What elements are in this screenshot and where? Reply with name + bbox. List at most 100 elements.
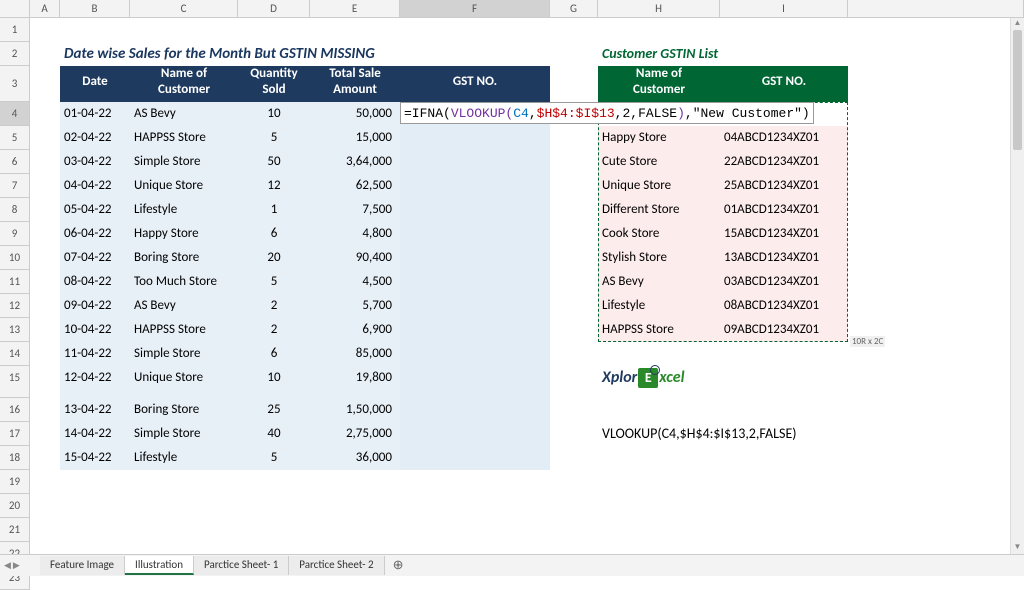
row-header-12[interactable]: 12	[0, 294, 30, 318]
cell-D18[interactable]: 5	[238, 446, 310, 470]
cell-A20[interactable]	[30, 494, 60, 518]
scroll-up-icon[interactable]: ▲	[1011, 18, 1024, 30]
col-header-A[interactable]: A	[30, 0, 60, 17]
cell-G18[interactable]	[550, 446, 598, 470]
cell-D13[interactable]: 2	[238, 318, 310, 342]
cell-A9[interactable]	[30, 222, 60, 246]
cell-D3[interactable]: QuantitySold	[238, 66, 310, 102]
col-header-B[interactable]: B	[60, 0, 130, 17]
row-header-14[interactable]: 14	[0, 342, 30, 366]
cell-D20[interactable]	[238, 494, 310, 518]
cell-H7[interactable]: Unique Store	[598, 174, 720, 198]
cell-I19[interactable]	[720, 470, 848, 494]
cell-G6[interactable]	[550, 150, 598, 174]
cell-B18[interactable]: 15-04-22	[60, 446, 130, 470]
cell-C21[interactable]	[130, 518, 238, 542]
cell-F13[interactable]	[400, 318, 550, 342]
cell-G20[interactable]	[550, 494, 598, 518]
cell-I5[interactable]: 04ABCD1234XZ01	[720, 126, 848, 150]
cell-A15[interactable]	[30, 366, 60, 398]
cell-C10[interactable]: Boring Store	[130, 246, 238, 270]
cell-G21[interactable]	[550, 518, 598, 542]
cell-B20[interactable]	[60, 494, 130, 518]
cell-G12[interactable]	[550, 294, 598, 318]
cell-H17[interactable]: VLOOKUP(C4,$H$4:$I$13,2,FALSE)	[598, 422, 720, 446]
cell-C19[interactable]	[130, 470, 238, 494]
cell-B6[interactable]: 03-04-22	[60, 150, 130, 174]
cell-H9[interactable]: Cook Store	[598, 222, 720, 246]
cell-I10[interactable]: 13ABCD1234XZ01	[720, 246, 848, 270]
cell-A7[interactable]	[30, 174, 60, 198]
cell-H10[interactable]: Stylish Store	[598, 246, 720, 270]
row-header-11[interactable]: 11	[0, 270, 30, 294]
cell-H5[interactable]: Happy Store	[598, 126, 720, 150]
cell-C11[interactable]: Too Much Store	[130, 270, 238, 294]
col-header-F[interactable]: F	[400, 0, 550, 17]
cell-H19[interactable]	[598, 470, 720, 494]
row-header-9[interactable]: 9	[0, 222, 30, 246]
cell-F6[interactable]	[400, 150, 550, 174]
cell-E15[interactable]: 19,800	[310, 366, 400, 398]
row-header-5[interactable]: 5	[0, 126, 30, 150]
cell-F16[interactable]	[400, 398, 550, 422]
cell-F15[interactable]	[400, 366, 550, 398]
cell-C16[interactable]: Boring Store	[130, 398, 238, 422]
cell-B5[interactable]: 02-04-22	[60, 126, 130, 150]
cell-C9[interactable]: Happy Store	[130, 222, 238, 246]
cell-D15[interactable]: 10	[238, 366, 310, 398]
vertical-scrollbar[interactable]: ▲ ▼	[1010, 18, 1024, 554]
cell-F21[interactable]	[400, 518, 550, 542]
cell-I11[interactable]: 03ABCD1234XZ01	[720, 270, 848, 294]
cell-E13[interactable]: 6,900	[310, 318, 400, 342]
cell-G1[interactable]	[550, 18, 598, 42]
spreadsheet-grid[interactable]: ABCDEFGHI 12Date wise Sales for the Mont…	[0, 0, 1024, 546]
cell-I3[interactable]: GST NO.	[720, 66, 848, 102]
cell-B11[interactable]: 08-04-22	[60, 270, 130, 294]
cell-F5[interactable]	[400, 126, 550, 150]
row-header-8[interactable]: 8	[0, 198, 30, 222]
cell-C7[interactable]: Unique Store	[130, 174, 238, 198]
row-header-2[interactable]: 2	[0, 42, 30, 66]
col-header-H[interactable]: H	[598, 0, 720, 17]
cell-A21[interactable]	[30, 518, 60, 542]
cell-G10[interactable]	[550, 246, 598, 270]
cell-A11[interactable]	[30, 270, 60, 294]
scroll-down-icon[interactable]: ▼	[1011, 542, 1024, 554]
cell-B9[interactable]: 06-04-22	[60, 222, 130, 246]
row-header-15[interactable]: 15	[0, 366, 30, 398]
cell-H20[interactable]	[598, 494, 720, 518]
cell-G8[interactable]	[550, 198, 598, 222]
sheet-tab[interactable]: Parctice Sheet- 2	[289, 556, 384, 575]
row-header-3[interactable]: 3	[0, 66, 30, 102]
cell-H2[interactable]: Customer GSTIN List	[598, 42, 720, 66]
sheet-tab[interactable]: Parctice Sheet- 1	[194, 556, 289, 575]
cell-F20[interactable]	[400, 494, 550, 518]
cell-I13[interactable]: 09ABCD1234XZ01	[720, 318, 848, 342]
tab-nav[interactable]: ◀▶	[0, 560, 40, 571]
cell-G11[interactable]	[550, 270, 598, 294]
cell-C8[interactable]: Lifestyle	[130, 198, 238, 222]
cell-E1[interactable]	[310, 18, 400, 42]
cell-E17[interactable]: 2,75,000	[310, 422, 400, 446]
cell-D21[interactable]	[238, 518, 310, 542]
cell-G16[interactable]	[550, 398, 598, 422]
cell-C5[interactable]: HAPPSS Store	[130, 126, 238, 150]
cell-A2[interactable]	[30, 42, 60, 66]
cell-I20[interactable]	[720, 494, 848, 518]
cell-H12[interactable]: Lifestyle	[598, 294, 720, 318]
cell-A10[interactable]	[30, 246, 60, 270]
col-header-C[interactable]: C	[130, 0, 238, 17]
cell-D6[interactable]: 50	[238, 150, 310, 174]
row-header-7[interactable]: 7	[0, 174, 30, 198]
cell-G3[interactable]	[550, 66, 598, 102]
row-header-17[interactable]: 17	[0, 422, 30, 446]
cell-C15[interactable]: Unique Store	[130, 366, 238, 398]
col-header-D[interactable]: D	[238, 0, 310, 17]
row-header-21[interactable]: 21	[0, 518, 30, 542]
cell-D9[interactable]: 6	[238, 222, 310, 246]
cell-D2[interactable]	[238, 42, 310, 66]
cell-B14[interactable]: 11-04-22	[60, 342, 130, 366]
cell-B21[interactable]	[60, 518, 130, 542]
cell-A18[interactable]	[30, 446, 60, 470]
cell-D7[interactable]: 12	[238, 174, 310, 198]
